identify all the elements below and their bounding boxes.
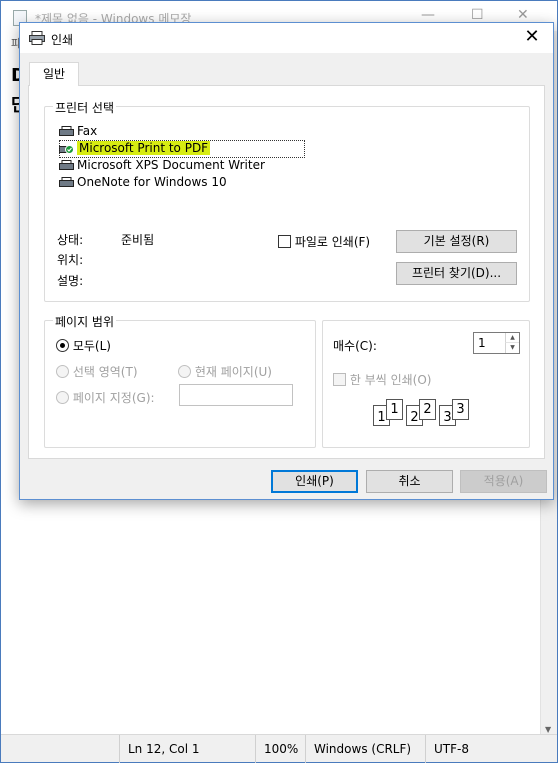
status-bar: Ln 12, Col 1 100% Windows (CRLF) UTF-8 [1, 734, 557, 763]
printer-item-onenote[interactable]: OneNote for Windows 10 [57, 174, 517, 191]
printer-group-label: 프린터 선택 [53, 99, 117, 116]
status-position: Ln 12, Col 1 [119, 735, 255, 763]
printer-item-microsoft-print-to-pdf[interactable]: Microsoft Print to PDF [57, 140, 517, 158]
status-label: 상태: [57, 233, 84, 247]
range-current-page-radio [178, 365, 191, 378]
fax-printer-icon [59, 126, 74, 136]
copies-group: 매수(C): 1 ▲ ▼ 한 부씩 인쇄(O) 1 1 2 2 3 3 [322, 320, 530, 448]
range-all-label: 모두(L) [72, 339, 111, 353]
printer-list[interactable]: Fax Microsoft Print to PDF Microsoft XPS… [57, 123, 517, 191]
collate-illustration: 1 1 2 2 3 3 [373, 399, 473, 433]
range-all-radio[interactable] [56, 339, 69, 352]
collate-page: 2 [419, 399, 436, 420]
general-tab-panel: 프린터 선택 Fax Microsoft Print to PDF Micros… [28, 85, 545, 459]
default-printer-icon [59, 145, 74, 154]
range-pages-label: 페이지 지정(G): [72, 391, 155, 405]
range-all-option[interactable]: 모두(L) [56, 337, 111, 354]
printer-name: Fax [77, 124, 98, 138]
page-range-label: 페이지 범위 [53, 313, 117, 330]
range-selection-radio [56, 365, 69, 378]
print-to-file-checkbox[interactable] [278, 235, 291, 248]
range-selection-label: 선택 영역(T) [72, 365, 138, 379]
status-value: 준비됨 [121, 233, 155, 247]
print-button[interactable]: 인쇄(P) [271, 470, 358, 493]
printer-item-fax[interactable]: Fax [57, 123, 517, 140]
printer-icon [29, 31, 45, 45]
preferences-button[interactable]: 기본 설정(R) [396, 230, 517, 253]
printer-name: Microsoft Print to PDF [77, 141, 211, 155]
maximize-icon[interactable]: ☐ [471, 7, 484, 23]
status-zoom: 100% [255, 735, 305, 763]
printer-select-group: 프린터 선택 Fax Microsoft Print to PDF Micros… [44, 99, 530, 302]
minimize-icon[interactable]: — [421, 7, 435, 23]
printer-icon [59, 160, 74, 170]
printer-name: Microsoft XPS Document Writer [77, 158, 265, 172]
comment-label: 설명: [57, 274, 84, 288]
collate-label: 한 부씩 인쇄(O) [349, 373, 432, 387]
range-selection-option: 선택 영역(T) [56, 363, 138, 380]
copies-stepper[interactable]: 1 ▲ ▼ [473, 332, 520, 354]
printer-item-xps-writer[interactable]: Microsoft XPS Document Writer [57, 157, 517, 174]
stepper-down-icon[interactable]: ▼ [505, 343, 519, 353]
close-icon[interactable]: ✕ [517, 7, 529, 23]
collate-option: 한 부씩 인쇄(O) [333, 371, 431, 388]
print-to-file-label: 파일로 인쇄(F) [294, 235, 371, 249]
apply-button: 적용(A) [460, 470, 547, 493]
range-pages-option: 페이지 지정(G): [56, 389, 155, 406]
stepper-up-icon[interactable]: ▲ [505, 333, 519, 343]
collate-page: 1 [386, 399, 403, 420]
find-printer-button[interactable]: 프린터 찾기(D)... [396, 262, 517, 285]
status-encoding: UTF-8 [425, 735, 541, 763]
range-current-page-label: 현재 페이지(U) [194, 365, 272, 379]
range-current-page-option: 현재 페이지(U) [178, 363, 272, 380]
printer-icon [59, 177, 74, 187]
dialog-title: 인쇄 [51, 33, 74, 47]
printer-name: OneNote for Windows 10 [77, 175, 227, 189]
status-line-ending: Windows (CRLF) [305, 735, 425, 763]
print-dialog: 인쇄 ✕ 일반 프린터 선택 Fax Microsoft Print to PD… [19, 22, 554, 500]
scroll-down-icon[interactable]: ▼ [545, 725, 551, 734]
copies-label: 매수(C): [333, 339, 377, 353]
dialog-title-bar[interactable]: 인쇄 ✕ [20, 23, 553, 53]
collate-page: 3 [452, 399, 469, 420]
collate-checkbox [333, 373, 346, 386]
range-pages-radio [56, 391, 69, 404]
location-label: 위치: [57, 253, 84, 267]
cancel-button[interactable]: 취소 [366, 470, 453, 493]
close-icon[interactable]: ✕ [519, 26, 545, 48]
copies-value: 1 [478, 336, 486, 350]
tab-general[interactable]: 일반 [29, 62, 79, 86]
print-to-file-option[interactable]: 파일로 인쇄(F) [278, 233, 370, 250]
pages-input[interactable] [179, 384, 293, 406]
page-range-group: 페이지 범위 모두(L) 선택 영역(T) 현재 페이지(U) 페이지 지정(G… [44, 313, 316, 448]
